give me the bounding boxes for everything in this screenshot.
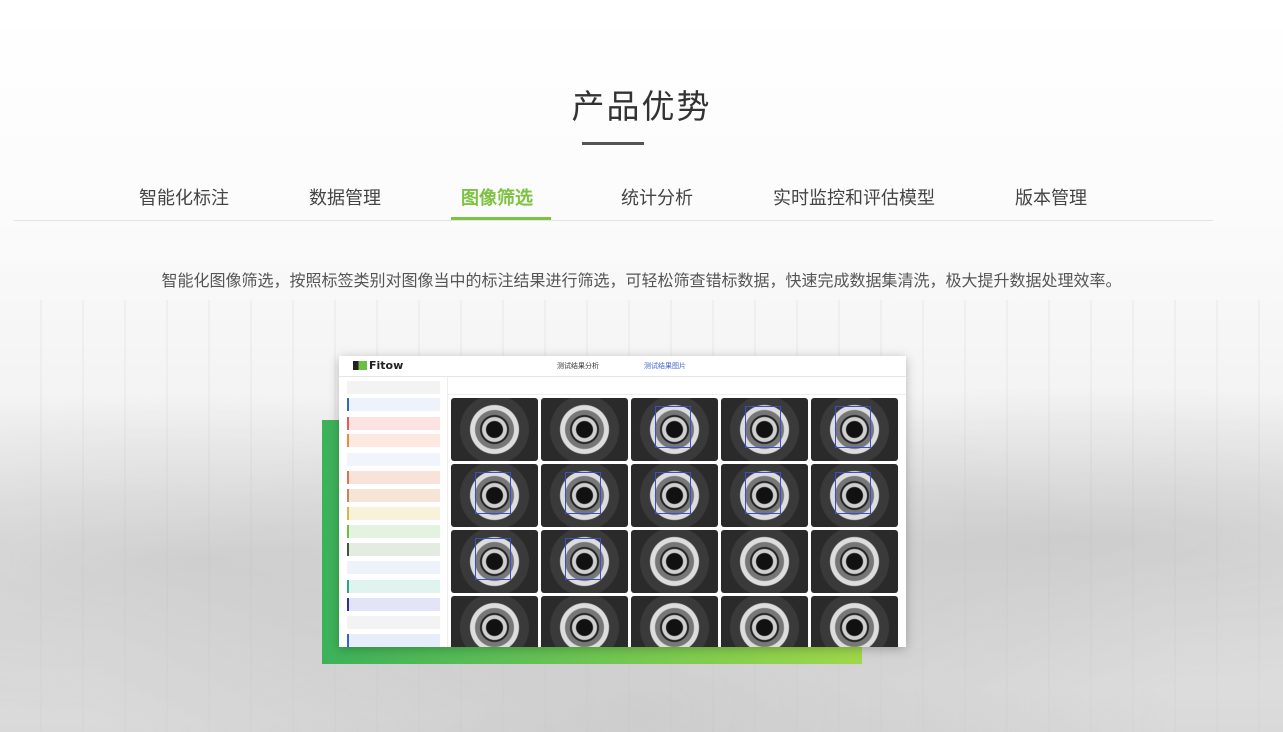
title-underline [582, 142, 644, 145]
tab-smart-annotation[interactable]: 智能化标注 [139, 184, 229, 210]
sidebar-row [347, 543, 440, 556]
sidebar-row [347, 634, 440, 647]
bearing-image [451, 530, 538, 593]
screenshot-logo: Fitow [353, 359, 403, 372]
bearing-image [811, 530, 898, 593]
bearing-image [451, 398, 538, 461]
bearing-image [631, 398, 718, 461]
sidebar-row [347, 417, 440, 430]
section-title: 产品优势 [571, 87, 712, 126]
bearing-image [451, 596, 538, 647]
bearing-image [541, 398, 628, 461]
sidebar-row [347, 398, 440, 411]
sidebar-row [347, 381, 440, 394]
bearing-image [631, 530, 718, 593]
bearing-image [811, 398, 898, 461]
product-screenshot: Fitow 测试结果分析 测试结果图片 [339, 356, 906, 647]
sidebar-row [347, 489, 440, 502]
sidebar-row [347, 616, 440, 629]
sidebar-row [347, 598, 440, 611]
bearing-image [631, 596, 718, 647]
bearing-image [631, 464, 718, 527]
screenshot-toolbar [448, 377, 906, 395]
bearing-image [721, 596, 808, 647]
image-grid [451, 398, 903, 647]
bearing-image [721, 398, 808, 461]
tab-image-filter[interactable]: 图像筛选 [461, 184, 533, 210]
bearing-image [541, 596, 628, 647]
sidebar-row [347, 471, 440, 484]
bearing-image [541, 530, 628, 593]
screenshot-tab-analysis: 测试结果分析 [557, 362, 599, 370]
bearing-image [721, 530, 808, 593]
bearing-image [721, 464, 808, 527]
bearing-image [541, 464, 628, 527]
screenshot-sidebar [339, 377, 448, 647]
tab-version-management[interactable]: 版本管理 [1015, 184, 1087, 210]
bearing-image [811, 596, 898, 647]
tab-data-management[interactable]: 数据管理 [309, 184, 381, 210]
bearing-image [451, 464, 538, 527]
bearing-image [811, 464, 898, 527]
sidebar-row [347, 453, 440, 466]
sidebar-row [347, 561, 440, 574]
sidebar-row [347, 580, 440, 593]
feature-tabs: 智能化标注 数据管理 图像筛选 统计分析 实时监控和评估模型 版本管理 [0, 180, 1283, 220]
sidebar-row [347, 525, 440, 538]
top-bar [0, 0, 1283, 27]
tab-realtime-monitoring[interactable]: 实时监控和评估模型 [773, 184, 935, 210]
screenshot-header: Fitow 测试结果分析 测试结果图片 [339, 356, 906, 377]
logo-icon [353, 361, 367, 370]
sidebar-row [347, 507, 440, 520]
sidebar-row [347, 434, 440, 447]
feature-description: 智能化图像筛选，按照标签类别对图像当中的标注结果进行筛选，可轻松筛查错标数据，快… [161, 271, 1122, 290]
tabs-divider [14, 220, 1213, 221]
tab-statistics[interactable]: 统计分析 [621, 184, 693, 210]
screenshot-tab-images: 测试结果图片 [644, 362, 686, 370]
